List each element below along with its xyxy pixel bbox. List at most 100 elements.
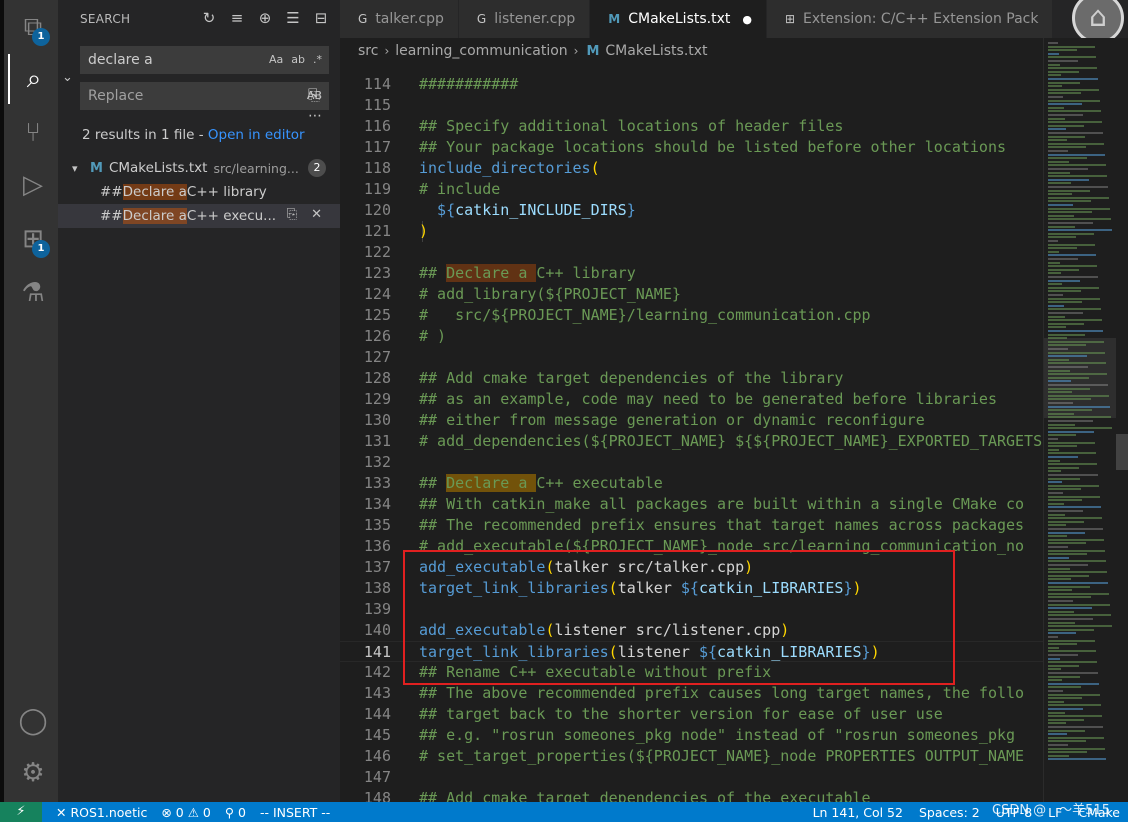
code-line[interactable]: 128 ## Add cmake target dependencies of t… (340, 368, 1043, 389)
code-line[interactable]: 129 ## as an example, code may need to be… (340, 389, 1043, 410)
replace-icon[interactable]: ⎘ (287, 207, 297, 222)
line-number: 121 (363, 222, 391, 240)
result-file-row[interactable]: ▾ M CMakeLists.txt src/learning... 2 (58, 156, 340, 180)
code-line[interactable]: 126 # ) (340, 326, 1043, 347)
tab-talker-cpp[interactable]: G talker.cpp (340, 0, 459, 38)
ports-status[interactable]: ⚲ 0 (225, 805, 246, 820)
code-line[interactable]: 130 ## either from message generation or … (340, 410, 1043, 431)
minimap-line (1048, 441, 1095, 444)
minimap-line (1048, 297, 1100, 300)
match-case-icon[interactable]: Aa (269, 47, 283, 73)
remote-indicator-icon[interactable]: ⚡ (0, 802, 42, 822)
refresh-icon[interactable]: ↻ (200, 9, 218, 27)
ros-env-status[interactable]: ✕ ROS1.noetic (56, 805, 147, 820)
line-number: 136 (363, 537, 391, 555)
extensions-icon[interactable]: ⊞ 1 (8, 214, 58, 264)
code-line[interactable]: 148 ## Add cmake target dependencies of t… (340, 788, 1043, 802)
minimap-line (1048, 747, 1105, 750)
new-search-editor-icon[interactable]: ⊕ (256, 9, 274, 27)
minimap-line (1048, 481, 1062, 484)
minimap-line (1048, 398, 1091, 401)
code-line[interactable]: 123 ## Declare a C++ library (340, 263, 1043, 284)
chevron-down-icon[interactable]: ▾ (72, 162, 88, 175)
minimap-line (1048, 261, 1060, 264)
code-line[interactable]: 115 (340, 95, 1043, 116)
breadcrumb-subfolder[interactable]: learning_communication (395, 43, 567, 59)
code-line[interactable]: 121) (340, 221, 1043, 242)
minimap-line (1048, 250, 1059, 253)
code-text: ########### (419, 75, 519, 93)
account-icon[interactable]: ◯ (8, 696, 58, 746)
breadcrumb-folder[interactable]: src (358, 43, 378, 59)
minimap[interactable] (1043, 38, 1128, 802)
minimap-line (1048, 304, 1064, 307)
code-line[interactable]: 134 ## With catkin_make all packages are … (340, 494, 1043, 515)
breadcrumb-file[interactable]: CMakeLists.txt (605, 43, 707, 59)
dismiss-icon[interactable]: ✕ (311, 207, 322, 222)
replace-input[interactable]: Replace AB (80, 82, 329, 110)
minimap-line (1048, 376, 1089, 379)
search-match-row[interactable]: ## Declare a C++ execu... ⎘ ✕ (58, 204, 340, 228)
code-line[interactable]: 135 ## The recommended prefix ensures tha… (340, 515, 1043, 536)
minimap-line (1048, 589, 1072, 592)
minimap-line (1048, 542, 1086, 545)
code-line[interactable]: 143 ## The above recommended prefix cause… (340, 683, 1043, 704)
minimap-line (1048, 715, 1102, 718)
code-line[interactable]: 132 (340, 452, 1043, 473)
match-whole-word-icon[interactable]: ab (291, 47, 305, 73)
explorer-icon[interactable]: ⧉ 1 (8, 2, 58, 52)
code-line[interactable]: 118 include_directories( (340, 158, 1043, 179)
search-input[interactable]: declare a Aa ab .* (80, 46, 329, 74)
cmake-file-icon: M (90, 160, 103, 176)
toggle-search-details-icon[interactable]: ⋯ (308, 108, 322, 124)
code-text: ## either from message generation or dyn… (419, 411, 925, 429)
code-line[interactable]: 144 ## target back to the shorter version… (340, 704, 1043, 725)
minimap-line (1048, 567, 1070, 570)
scrollbar-thumb[interactable] (1116, 434, 1128, 470)
search-icon[interactable]: ⌕ (8, 54, 58, 104)
search-match-row[interactable]: ## Declare a C++ library (58, 180, 340, 204)
code-line[interactable]: 119 # include (340, 179, 1043, 200)
code-line[interactable]: 122 (340, 242, 1043, 263)
code-line[interactable]: 147 (340, 767, 1043, 788)
settings-gear-icon[interactable]: ⚙ (8, 748, 58, 798)
minimap-line (1048, 362, 1106, 365)
code-line[interactable]: 116 ## Specify additional locations of he… (340, 116, 1043, 137)
toggle-replace-chevron-icon[interactable]: ⌄ (62, 70, 73, 85)
open-in-editor-link[interactable]: Open in editor (208, 127, 305, 143)
code-line[interactable]: 124 # add_library(${PROJECT_NAME} (340, 284, 1043, 305)
collapse-all-icon[interactable]: ⊟ (312, 9, 330, 27)
view-as-tree-icon[interactable]: ☰ (284, 9, 302, 27)
search-options: Aa ab .* (269, 47, 322, 73)
minimap-line (1048, 106, 1064, 109)
unsaved-dot-icon[interactable]: ● (742, 13, 752, 26)
code-line[interactable]: 133 ## Declare a C++ executable (340, 473, 1043, 494)
code-editor[interactable]: 114 ########### 115 116 ## Specify additiona… (340, 64, 1043, 802)
minimap-line (1048, 657, 1060, 660)
clear-results-icon[interactable]: ≡ (228, 9, 246, 27)
run-debug-icon[interactable]: ▷ (8, 160, 58, 210)
indentation-status[interactable]: Spaces: 2 (919, 805, 980, 820)
code-line[interactable]: 146 # set_target_properties(${PROJECT_NAM… (340, 746, 1043, 767)
problems-status[interactable]: ⊗ 0 ⚠ 0 (161, 805, 211, 820)
code-line[interactable]: 114 ########### (340, 74, 1043, 95)
code-line[interactable]: 125 # src/${PROJECT_NAME}/learning_commun… (340, 305, 1043, 326)
cursor-position-status[interactable]: Ln 141, Col 52 (813, 805, 903, 820)
source-control-icon[interactable]: ⑂ (8, 108, 58, 158)
code-line[interactable]: 131 # add_dependencies(${PROJECT_NAME} ${… (340, 431, 1043, 452)
tab-listener-cpp[interactable]: G listener.cpp (458, 0, 591, 38)
chevron-right-icon: › (573, 44, 579, 58)
testing-icon[interactable]: ⚗ (8, 268, 58, 318)
code-line[interactable]: 120 ${catkin_INCLUDE_DIRS} (340, 200, 1043, 221)
tab-cmakelists[interactable]: M CMakeLists.txt ● (590, 0, 767, 38)
tab-extension-cpp-pack[interactable]: ⊞ Extension: C/C++ Extension Pack (766, 0, 1054, 38)
code-line[interactable]: 145 ## e.g. "rosrun someones_pkg node" in… (340, 725, 1043, 746)
code-line[interactable]: 127 (340, 347, 1043, 368)
use-regex-icon[interactable]: .* (313, 47, 322, 73)
minimap-line (1048, 470, 1061, 473)
minimap-line (1048, 661, 1097, 664)
replace-all-icon[interactable]: ⎘ (308, 86, 320, 104)
minimap-line (1048, 121, 1102, 124)
code-line[interactable]: 117 ## Your package locations should be l… (340, 137, 1043, 158)
minimap-line (1048, 81, 1080, 84)
